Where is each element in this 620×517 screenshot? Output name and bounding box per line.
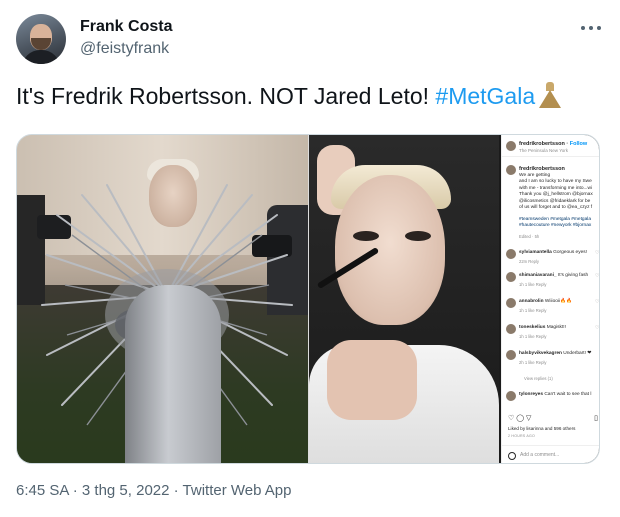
instagram-panel: fredrikrobertsson · Follow The Peninsula… <box>501 135 599 463</box>
heart-icon[interactable]: ♡ <box>595 274 599 279</box>
comment-text: Wiiiooii🔥🔥 <box>544 299 573 304</box>
comment-meta: 2h 1 like Reply <box>519 360 547 365</box>
author-handle[interactable]: @feistyfrank <box>80 40 169 58</box>
tweet-media[interactable]: fredrikrobertsson · Follow The Peninsula… <box>16 134 600 464</box>
made-up-face <box>335 175 445 325</box>
comment-user: halsbyvikvekagren <box>519 351 562 356</box>
author-avatar[interactable] <box>16 14 66 64</box>
dot <box>597 26 601 30</box>
comment-body: shimaniavarani_ It's giving fash <box>519 273 588 279</box>
ig-add-comment[interactable]: Add a comment... <box>502 445 599 463</box>
comment-body: tylonreyes Can't wait to see that l <box>519 392 591 398</box>
comment-text: Can't wait to see that l <box>544 392 592 397</box>
heart-icon[interactable]: ♡ <box>508 415 514 422</box>
comment-text: It's giving fash <box>557 273 589 278</box>
add-comment-placeholder[interactable]: Add a comment... <box>520 452 559 458</box>
dot <box>581 26 585 30</box>
dress-icon <box>539 82 562 108</box>
comment-text: Magiskt!! <box>546 325 566 330</box>
comment-meta: 1h 1 like Reply <box>519 334 547 339</box>
tweet-card: Frank Costa @feistyfrank It's Fredrik Ro… <box>0 0 620 517</box>
comment-user: sylviamantella <box>519 250 552 255</box>
jeweled-eye <box>353 231 379 241</box>
figure-face <box>149 165 197 227</box>
caption-avatar <box>506 165 516 175</box>
heart-icon[interactable]: ♡ <box>595 300 599 305</box>
comment-meta: 22m Reply <box>519 259 540 264</box>
comment-avatar <box>506 298 516 308</box>
caption-edited: Edited · 5h <box>519 234 540 239</box>
share-icon[interactable]: ▽ <box>526 415 531 422</box>
gown-skirt <box>125 285 221 463</box>
heart-icon[interactable]: ♡ <box>595 251 599 256</box>
comment-user: annabrolin <box>519 299 544 304</box>
ig-follow-button[interactable]: Follow <box>570 141 587 147</box>
comment-text: Gorgeous eyes! <box>553 250 588 255</box>
comment-user: shimaniavarani_ <box>519 273 557 278</box>
comment-body: annabrolin Wiiiooii🔥🔥 <box>519 299 572 305</box>
comment-avatar <box>506 272 516 282</box>
instagram-header: fredrikrobertsson · Follow The Peninsula… <box>502 135 599 157</box>
ig-location: The Peninsula New York <box>519 148 569 153</box>
comment-avatar <box>506 391 516 401</box>
emoji-icon[interactable] <box>508 452 516 460</box>
tweet-source[interactable]: Twitter Web App <box>183 482 292 499</box>
caption-text: We are getting and I am so lucky to have… <box>519 173 593 211</box>
comment-avatar <box>506 249 516 259</box>
heart-icon[interactable]: ♡ <box>595 326 599 331</box>
bookmark-icon[interactable]: ▯ <box>594 415 598 423</box>
ig-likes[interactable]: Liked by lisarinna and 596 others <box>508 426 575 431</box>
comment-avatar <box>506 324 516 334</box>
comment-body: toneskelius Magiskt!! <box>519 325 566 331</box>
caption-tags: #teamsweden #metgala #metgala #hautecout… <box>519 217 592 229</box>
hashtag-link[interactable]: #MetGala <box>435 83 535 109</box>
tweet-body: It's Fredrik Robertsson. NOT Jared Leto! <box>16 83 436 109</box>
comment-text: Underbart! ❤ <box>563 351 592 356</box>
tweet-text: It's Fredrik Robertsson. NOT Jared Leto!… <box>16 82 562 110</box>
author-name[interactable]: Frank Costa <box>80 18 172 36</box>
comment-avatar <box>506 350 516 360</box>
instagram-username: fredrikrobertsson · Follow <box>519 141 588 147</box>
more-options-icon[interactable] <box>578 18 604 38</box>
comment-body: sylviamantella Gorgeous eyes! <box>519 250 587 256</box>
ig-date: 2 HOURS AGO <box>508 434 535 438</box>
tweet-time[interactable]: 6:45 SA <box>16 482 69 499</box>
comment-icon[interactable]: ◯ <box>516 415 524 422</box>
comment-user: tylonreyes <box>519 392 543 397</box>
separator: · <box>68 482 82 499</box>
ringed-hand <box>327 340 417 420</box>
tweet-date[interactable]: 3 thg 5, 2022 <box>82 482 170 499</box>
comment-user: toneskelius <box>519 325 546 330</box>
jeweled-eye <box>405 231 431 241</box>
ig-username-text: fredrikrobertsson <box>519 141 565 147</box>
separator: · <box>169 482 183 499</box>
ig-action-bar: ♡ ◯ ▽ ▯ <box>508 415 598 423</box>
caption-user: fredrikrobertsson <box>519 166 565 172</box>
dot <box>589 26 593 30</box>
instagram-avatar <box>506 141 516 151</box>
instagram-makeup-screenshot[interactable]: fredrikrobertsson · Follow The Peninsula… <box>309 135 599 463</box>
comment-meta: 1h 1 like Reply <box>519 282 547 287</box>
avatar-shirt <box>22 50 60 64</box>
dress-skirt <box>539 90 562 108</box>
red-carpet-spiked-gown-photo[interactable] <box>17 135 308 463</box>
comment-body: halsbyvikvekagren Underbart! ❤ <box>519 351 591 357</box>
view-replies-link[interactable]: View replies (1) <box>524 376 553 381</box>
comment-meta: 1h 1 like Reply <box>519 308 547 313</box>
tweet-timestamp: 6:45 SA · 3 thg 5, 2022 · Twitter Web Ap… <box>16 482 291 499</box>
